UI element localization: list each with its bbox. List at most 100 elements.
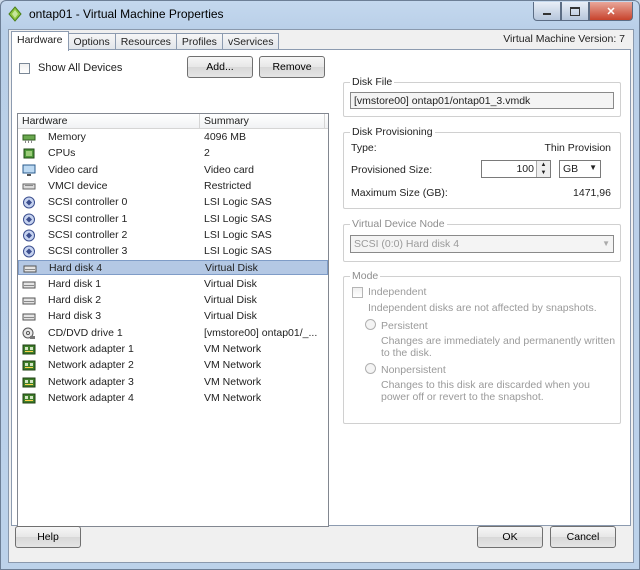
- spinner-down-icon[interactable]: ▼: [536, 169, 550, 177]
- virtual-device-node-title: Virtual Device Node: [350, 218, 447, 230]
- help-button[interactable]: Help: [15, 526, 81, 548]
- independent-checkbox[interactable]: [352, 287, 363, 298]
- hardware-summary: LSI Logic SAS: [204, 245, 272, 258]
- scsi-controller-icon: [22, 245, 36, 258]
- table-row[interactable]: SCSI controller 0 LSI Logic SAS: [18, 195, 328, 210]
- nonpersistent-radio[interactable]: [365, 363, 376, 374]
- persistent-label: Persistent: [381, 320, 428, 332]
- mode-group: Mode Independent Independent disks are n…: [343, 270, 621, 424]
- table-row[interactable]: Hard disk 2 Virtual Disk: [18, 293, 328, 308]
- minimize-icon: [543, 12, 551, 15]
- table-row[interactable]: Network adapter 4 VM Network: [18, 391, 328, 406]
- table-row[interactable]: SCSI controller 2 LSI Logic SAS: [18, 228, 328, 243]
- hardware-summary: 2: [204, 147, 210, 160]
- table-row[interactable]: Network adapter 3 VM Network: [18, 375, 328, 390]
- network-adapter-icon: [22, 376, 36, 389]
- network-adapter-icon: [22, 343, 36, 356]
- hardware-name: Network adapter 2: [48, 359, 134, 372]
- cpu-icon: [22, 147, 36, 160]
- disk-file-group: Disk File [vmstore00] ontap01/ontap01_3.…: [343, 76, 621, 117]
- type-value: Thin Provision: [544, 142, 611, 154]
- hardware-summary: Virtual Disk: [204, 294, 257, 306]
- table-row[interactable]: SCSI controller 3 LSI Logic SAS: [18, 244, 328, 259]
- show-all-devices-label: Show All Devices: [38, 62, 123, 74]
- hardware-summary: Video card: [204, 163, 255, 176]
- hardware-summary: LSI Logic SAS: [204, 196, 272, 209]
- hardware-name: Network adapter 1: [48, 342, 134, 355]
- title-bar[interactable]: ontap01 - Virtual Machine Properties ✕: [1, 1, 639, 27]
- hard-disk-icon: [22, 278, 36, 291]
- hardware-name: Video card: [48, 163, 99, 176]
- table-row[interactable]: Hard disk 4 Virtual Disk: [18, 260, 328, 276]
- tab-hardware[interactable]: Hardware: [11, 31, 69, 51]
- table-row[interactable]: Hard disk 3 Virtual Disk: [18, 309, 328, 324]
- vm-version-label: Virtual Machine Version: 7: [503, 33, 625, 45]
- dialog-client: Hardware Options Resources Profiles vSer…: [8, 29, 634, 563]
- hard-disk-icon: [22, 310, 36, 323]
- tab-profiles[interactable]: Profiles: [175, 33, 223, 50]
- minimize-button[interactable]: [533, 2, 561, 21]
- table-row[interactable]: Hard disk 1 Virtual Disk: [18, 277, 328, 292]
- table-row[interactable]: VMCI device Restricted: [18, 179, 328, 194]
- column-header-summary[interactable]: Summary: [204, 115, 249, 127]
- hardware-panel: Show All Devices Add... Remove Hardware …: [11, 49, 631, 527]
- provisioned-size-label: Provisioned Size:: [351, 164, 433, 176]
- virtual-device-node-value: SCSI (0:0) Hard disk 4: [354, 238, 460, 250]
- hard-disk-icon: [23, 262, 37, 275]
- table-row[interactable]: CPUs 2: [18, 146, 328, 161]
- hardware-name: CD/DVD drive 1: [48, 326, 123, 339]
- tab-resources[interactable]: Resources: [114, 33, 177, 50]
- monitor-icon: [22, 164, 36, 177]
- table-row[interactable]: Network adapter 1 VM Network: [18, 342, 328, 357]
- scsi-controller-icon: [22, 229, 36, 242]
- maximum-size-value: 1471,96: [573, 187, 611, 199]
- vm-properties-window: ontap01 - Virtual Machine Properties ✕ H…: [0, 0, 640, 570]
- independent-label: Independent: [368, 286, 427, 298]
- tab-options[interactable]: Options: [67, 33, 116, 50]
- virtual-device-node-select[interactable]: SCSI (0:0) Hard disk 4 ▼: [350, 235, 614, 253]
- show-all-devices-checkbox[interactable]: [19, 63, 30, 74]
- hardware-name: Network adapter 3: [48, 375, 134, 388]
- add-button[interactable]: Add...: [187, 56, 253, 78]
- vsphere-app-icon: [8, 6, 22, 22]
- provisioned-size-spinner[interactable]: 100 ▲ ▼: [481, 160, 551, 178]
- table-row[interactable]: Video card Video card: [18, 163, 328, 178]
- table-row[interactable]: Memory 4096 MB: [18, 130, 328, 145]
- hardware-name: CPUs: [48, 147, 76, 160]
- ok-button[interactable]: OK: [477, 526, 543, 548]
- hardware-name: Hard disk 3: [48, 310, 102, 323]
- nonpersistent-label: Nonpersistent: [381, 364, 446, 376]
- persistent-radio[interactable]: [365, 319, 376, 330]
- size-unit-select[interactable]: GB ▼: [559, 160, 601, 178]
- hardware-summary: Virtual Disk: [204, 277, 257, 290]
- hardware-summary: Restricted: [204, 179, 252, 192]
- remove-button[interactable]: Remove: [259, 56, 325, 78]
- hardware-name: Network adapter 4: [48, 391, 134, 404]
- table-row[interactable]: SCSI controller 1 LSI Logic SAS: [18, 212, 328, 227]
- table-row[interactable]: Network adapter 2 VM Network: [18, 358, 328, 373]
- close-button[interactable]: ✕: [589, 2, 633, 21]
- maximize-icon: [570, 6, 580, 16]
- hardware-table-header: Hardware Summary: [18, 114, 328, 129]
- mode-title: Mode: [350, 270, 381, 282]
- tab-vservices[interactable]: vServices: [221, 33, 280, 50]
- type-label: Type:: [351, 142, 377, 154]
- hardware-name: SCSI controller 0: [48, 196, 128, 209]
- hard-disk-icon: [22, 294, 36, 307]
- maximum-size-label: Maximum Size (GB):: [351, 187, 448, 199]
- maximize-button[interactable]: [561, 2, 589, 21]
- table-row[interactable]: CD/DVD drive 1 [vmstore00] ontap01/_...: [18, 326, 328, 341]
- column-header-hardware[interactable]: Hardware: [22, 115, 68, 127]
- hardware-name: Hard disk 1: [48, 277, 102, 290]
- hardware-name: Hard disk 2: [48, 294, 102, 306]
- network-adapter-icon: [22, 392, 36, 405]
- disk-file-field: [vmstore00] ontap01/ontap01_3.vmdk: [350, 92, 614, 109]
- provisioned-size-input[interactable]: 100: [516, 163, 534, 175]
- close-icon: ✕: [606, 5, 616, 18]
- hardware-name: VMCI device: [48, 179, 108, 192]
- hardware-summary: [vmstore00] ontap01/_...: [204, 326, 318, 339]
- cancel-button[interactable]: Cancel: [550, 526, 616, 548]
- nonpersistent-description: Changes to this disk are discarded when …: [381, 379, 590, 403]
- vmci-icon: [22, 180, 36, 193]
- hardware-summary: VM Network: [204, 391, 262, 404]
